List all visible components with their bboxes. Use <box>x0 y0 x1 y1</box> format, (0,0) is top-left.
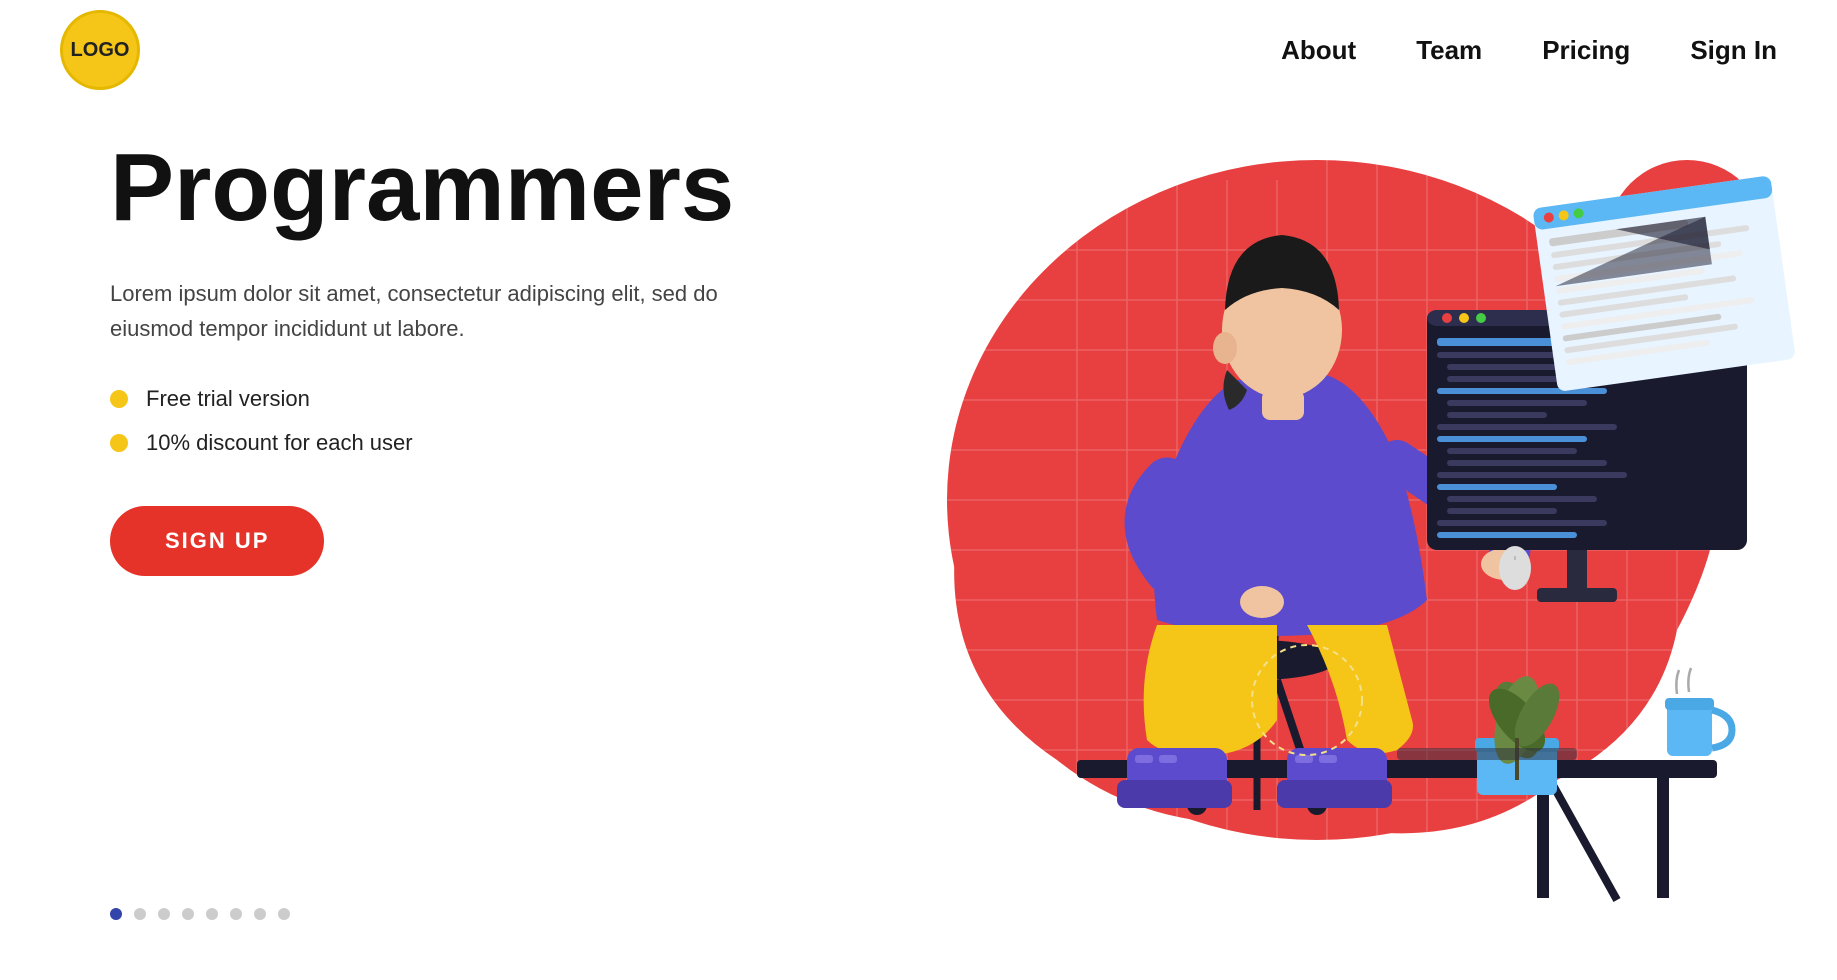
pagination-dot-8[interactable] <box>278 908 290 920</box>
pagination-dot-4[interactable] <box>182 908 194 920</box>
header: LOGO About Team Pricing Sign In <box>0 0 1837 100</box>
hero-title: Programmers <box>110 140 730 236</box>
signup-button[interactable]: SIGN UP <box>110 506 324 576</box>
pagination-dot-3[interactable] <box>158 908 170 920</box>
navigation: About Team Pricing Sign In <box>1281 35 1777 66</box>
pagination-dot-7[interactable] <box>254 908 266 920</box>
feature-list: Free trial version 10% discount for each… <box>110 386 730 456</box>
bullet-dot-2 <box>110 434 128 452</box>
pagination <box>110 908 290 920</box>
nav-signin[interactable]: Sign In <box>1690 35 1777 66</box>
bullet-dot-1 <box>110 390 128 408</box>
illustration-svg <box>857 80 1837 960</box>
logo[interactable]: LOGO <box>60 10 140 90</box>
nav-about[interactable]: About <box>1281 35 1356 66</box>
pagination-dot-5[interactable] <box>206 908 218 920</box>
pagination-dot-1[interactable] <box>110 908 122 920</box>
hero-description: Lorem ipsum dolor sit amet, consectetur … <box>110 276 730 346</box>
hero-content: Programmers Lorem ipsum dolor sit amet, … <box>110 140 730 576</box>
pagination-dot-6[interactable] <box>230 908 242 920</box>
nav-team[interactable]: Team <box>1416 35 1482 66</box>
nav-pricing[interactable]: Pricing <box>1542 35 1630 66</box>
hero-illustration <box>857 80 1837 960</box>
pagination-dot-2[interactable] <box>134 908 146 920</box>
feature-item-1: Free trial version <box>110 386 730 412</box>
feature-item-2: 10% discount for each user <box>110 430 730 456</box>
